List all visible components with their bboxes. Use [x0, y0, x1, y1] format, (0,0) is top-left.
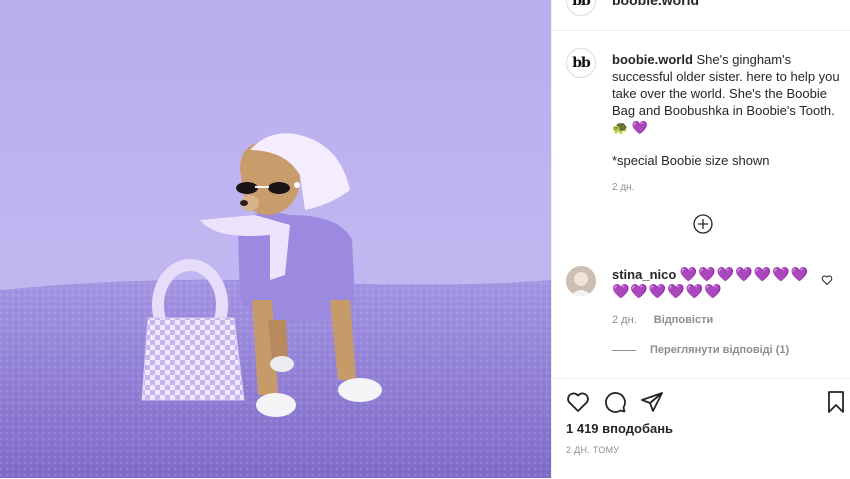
post-photo[interactable]	[0, 0, 551, 478]
commenter-avatar[interactable]	[566, 266, 596, 296]
commenter-username[interactable]: stina_nico	[612, 267, 676, 282]
comment-time[interactable]: 2 дн.	[612, 314, 637, 326]
purple-heart-icon: 💜	[631, 120, 648, 135]
likes-count[interactable]: 1 419 вподобань	[566, 421, 673, 436]
comment-hearts-line1: 💜💜💜💜💜💜💜	[679, 266, 809, 282]
header-avatar[interactable]: bb	[566, 0, 596, 16]
reply-button[interactable]: Відповісти	[654, 314, 713, 326]
save-bookmark-icon[interactable]	[824, 390, 848, 414]
post-header: bb boobie.world	[552, 0, 850, 31]
dog-photo-illustration	[0, 0, 551, 478]
share-paper-plane-icon[interactable]	[640, 390, 664, 414]
view-replies-label[interactable]: Переглянути відповіді (1)	[650, 344, 789, 356]
comment-like-heart-icon[interactable]	[821, 274, 833, 286]
caption-username[interactable]: boobie.world	[612, 52, 693, 67]
load-more-comments-icon[interactable]	[693, 214, 713, 234]
caption-avatar[interactable]: bb	[566, 48, 596, 78]
like-heart-icon[interactable]	[566, 390, 590, 414]
commenter-photo-icon	[566, 266, 596, 296]
caption-text: boobie.world She's gingham's successful …	[612, 51, 842, 196]
comment-text: stina_nico 💜💜💜💜💜💜💜 💜💜💜💜💜💜	[612, 266, 812, 300]
caption-time[interactable]: 2 дн.	[612, 179, 842, 196]
header-username[interactable]: boobie.world	[612, 0, 699, 8]
post-actions: 1 419 вподобань 2 ДН. ТОМУ	[552, 378, 850, 479]
comment-bubble-icon[interactable]	[603, 390, 627, 414]
view-replies-divider	[612, 349, 636, 351]
view-replies-button[interactable]: Переглянути відповіді (1)	[612, 344, 789, 356]
comment-meta: 2 дн. Відповісти	[612, 314, 713, 326]
turtle-icon: 🐢	[612, 120, 629, 135]
post-date[interactable]: 2 ДН. ТОМУ	[566, 445, 619, 455]
post-side-panel: bb boobie.world bb boobie.world She's gi…	[551, 0, 850, 478]
caption-note: *special Boobie size shown	[612, 153, 770, 168]
comment-hearts-line2: 💜💜💜💜💜💜	[612, 283, 723, 299]
